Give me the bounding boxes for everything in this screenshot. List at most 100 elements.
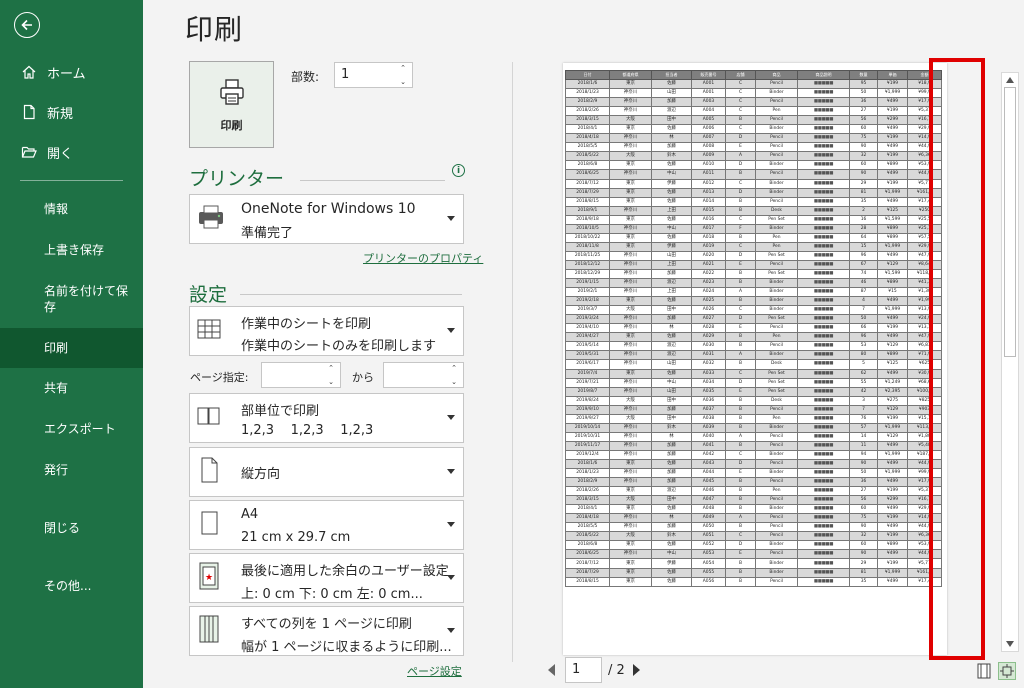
table-cell: ¥499 [877, 124, 908, 135]
stepper-arrows-icon[interactable]: ⌃ ⌄ [325, 364, 337, 386]
scroll-up-icon[interactable] [1006, 77, 1014, 83]
table-cell: ¥1,999 [877, 187, 908, 198]
printer-dropdown[interactable]: OneNote for Windows 10 準備完了 [189, 194, 464, 244]
table-cell: ¥275 [877, 395, 908, 406]
table-cell: Pen [755, 413, 798, 424]
sidebar-item-share[interactable]: 共有 [0, 368, 143, 408]
collate-dropdown[interactable]: 部単位で印刷 1,2,3 1,2,3 1,2,3 [189, 393, 464, 443]
copies-stepper[interactable]: 1 ⌃ ⌄ [334, 62, 413, 88]
current-page-input[interactable]: 1 [565, 657, 602, 683]
print-button[interactable]: 印刷 [189, 61, 274, 148]
back-arrow-icon[interactable] [14, 12, 40, 38]
table-cell: Pencil [755, 495, 798, 506]
table-cell: Pen [755, 332, 798, 343]
sidebar-item-label: 発行 [44, 463, 69, 477]
stepper-arrows-icon[interactable]: ⌃ ⌄ [397, 64, 409, 86]
table-cell: A049 [691, 513, 726, 524]
table-cell: B [725, 115, 756, 126]
table-cell: ¥13,1 [907, 323, 942, 334]
table-cell: ¥499 [877, 169, 908, 180]
table-cell: ¥499 [877, 332, 908, 343]
sidebar-item-new[interactable]: 新規 [0, 92, 143, 132]
table-cell: 加藤 [651, 268, 692, 280]
table-cell: 16 [849, 214, 878, 225]
sidebar-item-open[interactable]: 開く [0, 132, 143, 172]
table-row: 2018/5/5 神奈川 加藤 A050 B Pencil ■■■■■ 90 ¥499 ¥44,9 [565, 522, 942, 533]
table-cell: Pen Set [755, 377, 798, 388]
scroll-thumb[interactable] [1004, 87, 1016, 357]
table-cell: B [725, 567, 756, 578]
sidebar-item-publish[interactable]: 発行 [0, 450, 143, 490]
info-icon[interactable]: i [452, 164, 465, 177]
table-cell: ■■■■■ [797, 413, 850, 424]
printer-properties-link[interactable]: プリンターのプロパティ [363, 250, 483, 266]
orientation-dropdown[interactable]: 縦方向 [189, 447, 464, 497]
table-cell: Pen [755, 241, 798, 252]
table-row: 2018/2/26 神奈川 渡辺 A004 C Pen ■■■■■ 27 ¥199 ¥5,37 [565, 106, 942, 117]
table-cell: ¥99,9 [907, 468, 942, 479]
margins-dropdown[interactable]: ★ 最後に適用した余白のユーザー設定 上: 0 cm 下: 0 cm 左: 0 … [189, 553, 464, 603]
table-cell: ¥18,9 [907, 78, 942, 90]
previous-page-icon[interactable] [548, 664, 555, 676]
table-cell: 加藤 [651, 97, 692, 108]
table-cell: A016 [691, 214, 726, 225]
page-title: 印刷 [185, 13, 244, 46]
table-row: 2018/4/1 東京 佐藤 A048 B Binder ■■■■■ 60 ¥499 ¥29,9 [565, 504, 942, 515]
table-cell: 81 [849, 567, 878, 578]
pages-to-input[interactable]: ⌃ ⌄ [383, 362, 464, 388]
table-cell: 50 [849, 314, 878, 325]
table-cell: ¥199 [877, 413, 908, 424]
table-cell: A027 [691, 314, 726, 325]
table-cell: ¥6,83 [907, 341, 942, 352]
table-cell: A043 [691, 458, 726, 470]
sidebar-item-close[interactable]: 閉じる [0, 490, 143, 566]
sidebar-item-home[interactable]: ホーム [0, 52, 143, 92]
table-cell: 神奈川 [609, 259, 652, 270]
table-cell: 96 [849, 332, 878, 343]
table-cell: 佐藤 [651, 187, 692, 198]
scaling-dropdown[interactable]: すべての列を 1 ページに印刷 幅が 1 ページに収まるように印刷... [189, 606, 464, 656]
table-cell: ¥100,5 [907, 386, 942, 397]
print-scope-dropdown[interactable]: 作業中のシートを印刷 作業中のシートのみを印刷します [189, 306, 464, 356]
section-divider [240, 294, 462, 295]
scroll-down-icon[interactable] [1006, 641, 1014, 647]
sidebar-item-export[interactable]: エクスポート [0, 408, 143, 450]
table-cell: 81 [849, 187, 878, 198]
printer-device-icon [196, 204, 226, 234]
table-cell: 山田 [651, 386, 692, 397]
next-page-icon[interactable] [632, 664, 640, 676]
table-cell: B [725, 296, 756, 307]
sidebar-item-more[interactable]: その他... [0, 566, 143, 606]
table-cell: A007 [691, 133, 726, 144]
table-cell: ■■■■■ [797, 368, 850, 379]
table-cell: Pen Set [755, 214, 798, 225]
table-cell: 36 [849, 477, 878, 488]
zoom-to-page-icon[interactable] [998, 662, 1016, 680]
table-cell: Pencil [755, 196, 798, 207]
table-cell: Binder [755, 449, 798, 460]
table-cell: ■■■■■ [797, 160, 850, 171]
table-row: 2018/6/25 神奈川 中山 A053 E Pencil ■■■■■ 90 ¥499 ¥44,… [565, 549, 942, 560]
sidebar-item-print[interactable]: 印刷 [0, 328, 143, 368]
paper-size-dropdown[interactable]: A4 21 cm x 29.7 cm [189, 500, 464, 550]
table-cell: ¥24,9 [907, 314, 942, 325]
margins-desc: 上: 0 cm 下: 0 cm 左: 0 cm... [241, 587, 423, 602]
sidebar-item-info[interactable]: 情報 [0, 188, 143, 230]
preview-scrollbar[interactable] [1001, 72, 1019, 652]
table-cell: 2018/5/22 [565, 151, 610, 162]
table-cell: 佐藤 [651, 458, 692, 470]
pages-from-input[interactable]: ⌃ ⌄ [261, 362, 341, 388]
sidebar-item-save[interactable]: 上書き保存 [0, 230, 143, 270]
table-cell: ¥25,1 [907, 223, 942, 234]
table-cell: 2019/9/27 [565, 413, 610, 424]
table-cell: A037 [691, 404, 726, 415]
stepper-arrows-icon[interactable]: ⌃ ⌄ [448, 364, 460, 386]
page-setup-link[interactable]: ページ設定 [407, 663, 462, 679]
table-row: 2019/8/24 大阪 田中 A036 B Desk ■■■■■ 3 ¥275 ¥825 [565, 395, 942, 406]
table-cell: ■■■■■ [797, 187, 850, 198]
sidebar-item-save-as[interactable]: 名前を付けて保存 [0, 270, 143, 328]
table-cell: 2018/5/5 [565, 522, 610, 533]
table-cell: Pen [755, 486, 798, 497]
table-cell: 29 [849, 178, 878, 189]
show-margins-icon[interactable] [975, 662, 993, 680]
